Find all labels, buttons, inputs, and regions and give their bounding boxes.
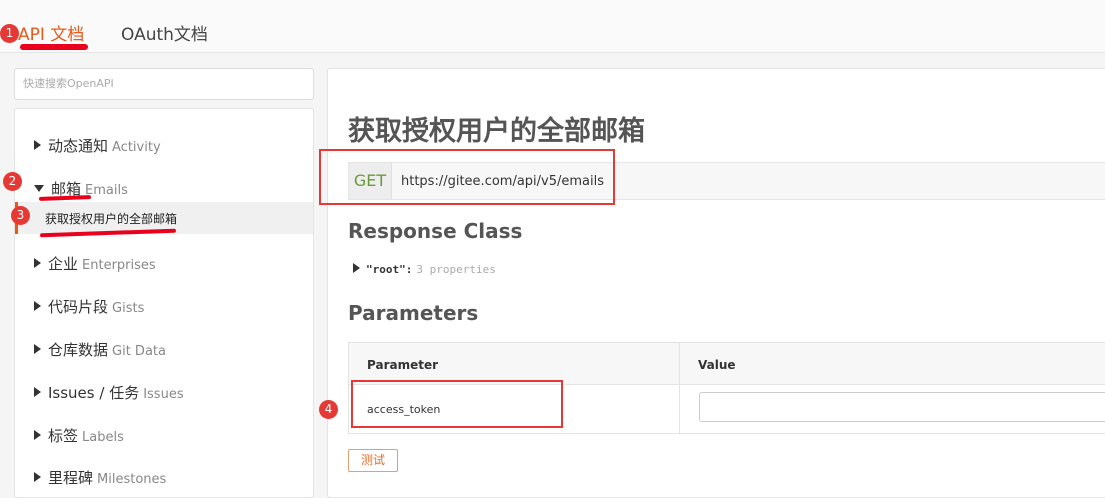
top-nav: API 文档 OAuth文档 — [0, 0, 1105, 53]
caret-right-icon — [34, 430, 41, 440]
response-model[interactable]: "root": 3 properties — [353, 263, 496, 276]
sidebar: 动态通知 Activity 邮箱 Emails 获取授权用户的全部邮箱 企业 Ente… — [14, 108, 314, 498]
annotation-badge-2: 2 — [3, 172, 22, 191]
sidebar-item-enterprises[interactable]: 企业 Enterprises — [34, 253, 156, 274]
main-panel: 获取授权用户的全部邮箱 GET https://gitee.com/api/v5… — [327, 68, 1105, 498]
caret-right-icon — [34, 387, 41, 397]
search-input[interactable] — [23, 77, 305, 90]
sidebar-item-milestones[interactable]: 里程碑 Milestones — [34, 467, 166, 488]
model-root: "root": — [366, 263, 413, 276]
annotation-box-access-token — [351, 380, 563, 428]
annotation-badge-3: 3 — [11, 206, 30, 225]
model-props: 3 properties — [416, 263, 496, 276]
page-title: 获取授权用户的全部邮箱 — [348, 116, 645, 147]
column-header-value: Value — [698, 358, 736, 372]
test-button[interactable]: 测试 — [348, 449, 398, 472]
sidebar-item-labels[interactable]: 标签 Labels — [34, 425, 124, 446]
annotation-badge-4: 4 — [319, 400, 338, 419]
tab-oauth-docs[interactable]: OAuth文档 — [121, 20, 208, 45]
caret-right-icon — [34, 258, 41, 268]
caret-right-icon — [34, 344, 41, 354]
access-token-input[interactable] — [699, 392, 1105, 422]
caret-right-icon — [34, 301, 41, 311]
caret-right-icon — [34, 140, 41, 150]
response-class-heading: Response Class — [348, 219, 523, 243]
table-header-row: Parameter Value — [349, 343, 1105, 385]
caret-down-icon — [34, 185, 44, 192]
annotation-underline-api — [20, 44, 88, 50]
parameters-heading: Parameters — [348, 301, 479, 325]
column-header-parameter: Parameter — [367, 358, 439, 372]
caret-right-icon — [34, 472, 41, 482]
expand-icon[interactable] — [353, 263, 360, 273]
sidebar-item-issues[interactable]: Issues / 任务 Issues — [34, 382, 184, 403]
sidebar-item-gists[interactable]: 代码片段 Gists — [34, 296, 144, 317]
annotation-badge-1: 1 — [0, 24, 19, 43]
sidebar-item-activity[interactable]: 动态通知 Activity — [34, 135, 161, 156]
annotation-box-endpoint — [319, 149, 615, 205]
sidebar-item-git-data[interactable]: 仓库数据 Git Data — [34, 339, 166, 360]
search-box — [14, 68, 314, 100]
tab-api-docs[interactable]: API 文档 — [18, 20, 84, 45]
